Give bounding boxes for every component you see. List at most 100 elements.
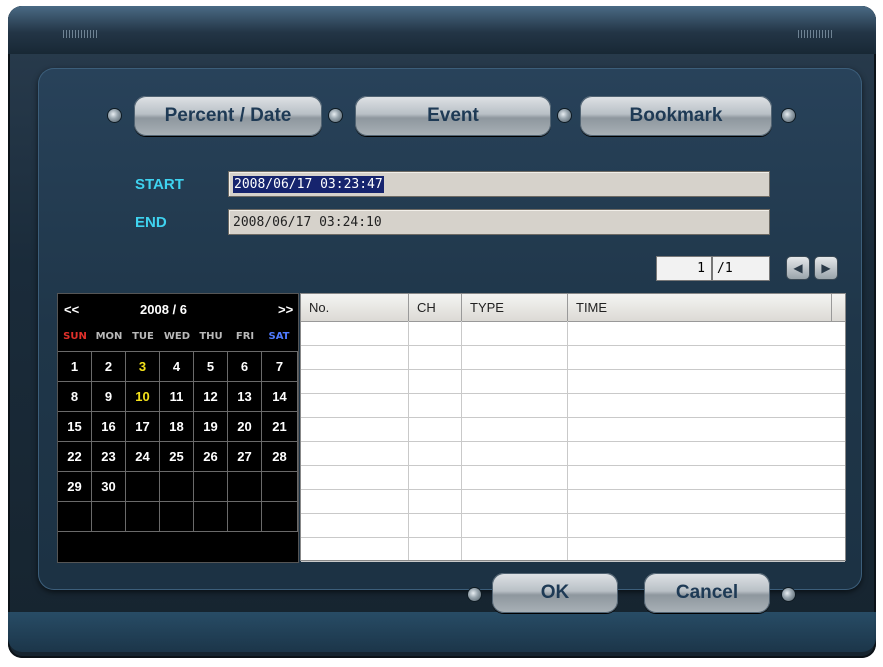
calendar-day-12[interactable]: 12 bbox=[194, 382, 228, 412]
table-row[interactable] bbox=[301, 345, 845, 370]
tab-bookmark[interactable]: Bookmark bbox=[580, 96, 772, 136]
calendar-day-14[interactable]: 14 bbox=[262, 382, 298, 412]
calendar-day-20[interactable]: 20 bbox=[228, 412, 262, 442]
bottom-bar bbox=[8, 612, 876, 652]
column-divider bbox=[461, 321, 462, 560]
grip-right-icon bbox=[798, 30, 834, 38]
calendar-empty-cell bbox=[160, 502, 194, 532]
weekday-thu: THU bbox=[199, 331, 223, 342]
calendar-empty-cell bbox=[126, 472, 160, 502]
table-row[interactable] bbox=[301, 465, 845, 490]
calendar-day-25[interactable]: 25 bbox=[160, 442, 194, 472]
calendar-month-title: 2008 / 6 bbox=[140, 302, 187, 317]
calendar-empty-cell bbox=[92, 502, 126, 532]
calendar-weekdays: SUN MON TUE WED THU FRI SAT bbox=[58, 329, 298, 349]
calendar-empty-cell bbox=[58, 502, 92, 532]
page-current-input[interactable]: 1 bbox=[656, 256, 712, 281]
page-current: 1 bbox=[697, 261, 705, 276]
calendar-empty-cell bbox=[160, 472, 194, 502]
calendar-day-17[interactable]: 17 bbox=[126, 412, 160, 442]
calendar-day-27[interactable]: 27 bbox=[228, 442, 262, 472]
calendar-day-18[interactable]: 18 bbox=[160, 412, 194, 442]
calendar-day-4[interactable]: 4 bbox=[160, 352, 194, 382]
table-row[interactable] bbox=[301, 417, 845, 442]
end-field[interactable]: 2008/06/17 03:24:10 bbox=[228, 209, 770, 235]
ok-button[interactable]: OK bbox=[492, 573, 618, 613]
weekday-wed: WED bbox=[163, 331, 191, 342]
column-divider bbox=[408, 321, 409, 560]
calendar-prev-button[interactable]: << bbox=[64, 302, 79, 317]
grip-left-icon bbox=[63, 30, 99, 38]
calendar-day-30[interactable]: 30 bbox=[92, 472, 126, 502]
calendar-day-6[interactable]: 6 bbox=[228, 352, 262, 382]
tab-indicator-icon bbox=[329, 109, 342, 122]
table-row[interactable] bbox=[301, 441, 845, 466]
start-value: 2008/06/17 03:23:47 bbox=[233, 175, 384, 193]
event-table: No. CH TYPE TIME bbox=[300, 293, 846, 562]
calendar-header: << 2008 / 6 >> bbox=[58, 294, 298, 324]
weekday-sun: SUN bbox=[63, 331, 87, 342]
calendar-day-1[interactable]: 1 bbox=[58, 352, 92, 382]
calendar-day-21[interactable]: 21 bbox=[262, 412, 298, 442]
calendar-day-2[interactable]: 2 bbox=[92, 352, 126, 382]
table-row[interactable] bbox=[301, 513, 845, 538]
calendar-day-29[interactable]: 29 bbox=[58, 472, 92, 502]
calendar-day-10[interactable]: 10 bbox=[126, 382, 160, 412]
calendar-day-15[interactable]: 15 bbox=[58, 412, 92, 442]
calendar-empty-cell bbox=[126, 502, 160, 532]
column-header-time[interactable]: TIME bbox=[568, 294, 832, 321]
calendar-empty-cell bbox=[228, 502, 262, 532]
calendar-day-5[interactable]: 5 bbox=[194, 352, 228, 382]
calendar-next-button[interactable]: >> bbox=[278, 302, 293, 317]
page-total-text: /1 bbox=[717, 261, 733, 276]
calendar-day-3[interactable]: 3 bbox=[126, 352, 160, 382]
calendar-day-28[interactable]: 28 bbox=[262, 442, 298, 472]
calendar-empty-cell bbox=[262, 502, 298, 532]
calendar-day-9[interactable]: 9 bbox=[92, 382, 126, 412]
calendar-day-8[interactable]: 8 bbox=[58, 382, 92, 412]
calendar-empty-cell bbox=[228, 472, 262, 502]
calendar-day-26[interactable]: 26 bbox=[194, 442, 228, 472]
table-header: No. CH TYPE TIME bbox=[301, 294, 845, 322]
cancel-indicator-icon bbox=[782, 588, 795, 601]
table-row[interactable] bbox=[301, 489, 845, 514]
page-total: /1 bbox=[712, 256, 770, 281]
tab-indicator-icon bbox=[108, 109, 121, 122]
calendar-empty-cell bbox=[194, 472, 228, 502]
weekday-tue: TUE bbox=[132, 331, 154, 342]
start-label: START bbox=[135, 176, 184, 193]
tab-percent-date[interactable]: Percent / Date bbox=[134, 96, 322, 136]
weekday-fri: FRI bbox=[235, 331, 255, 342]
tab-indicator-icon bbox=[558, 109, 571, 122]
title-bar[interactable] bbox=[8, 6, 876, 54]
next-page-button[interactable]: ▶ bbox=[815, 257, 837, 279]
end-value: 2008/06/17 03:24:10 bbox=[233, 214, 382, 230]
calendar-day-13[interactable]: 13 bbox=[228, 382, 262, 412]
table-row[interactable] bbox=[301, 321, 845, 346]
arrow-left-icon: ◀ bbox=[793, 261, 803, 275]
tab-event[interactable]: Event bbox=[355, 96, 551, 136]
table-row[interactable] bbox=[301, 369, 845, 394]
calendar-day-11[interactable]: 11 bbox=[160, 382, 194, 412]
prev-page-button[interactable]: ◀ bbox=[787, 257, 809, 279]
calendar-day-23[interactable]: 23 bbox=[92, 442, 126, 472]
end-label: END bbox=[135, 214, 167, 231]
calendar-day-16[interactable]: 16 bbox=[92, 412, 126, 442]
calendar-day-24[interactable]: 24 bbox=[126, 442, 160, 472]
calendar-day-22[interactable]: 22 bbox=[58, 442, 92, 472]
start-field[interactable]: 2008/06/17 03:23:47 bbox=[228, 171, 770, 197]
tab-indicator-icon bbox=[782, 109, 795, 122]
column-header-no[interactable]: No. bbox=[301, 294, 409, 321]
calendar-day-19[interactable]: 19 bbox=[194, 412, 228, 442]
weekday-mon: MON bbox=[95, 331, 123, 342]
column-header-ch[interactable]: CH bbox=[409, 294, 462, 321]
arrow-right-icon: ▶ bbox=[821, 261, 831, 275]
ok-indicator-icon bbox=[468, 588, 481, 601]
weekday-sat: SAT bbox=[268, 331, 290, 342]
table-row[interactable] bbox=[301, 537, 845, 562]
table-row[interactable] bbox=[301, 393, 845, 418]
calendar-empty-cell bbox=[194, 502, 228, 532]
cancel-button[interactable]: Cancel bbox=[644, 573, 770, 613]
calendar-day-7[interactable]: 7 bbox=[262, 352, 298, 382]
column-header-type[interactable]: TYPE bbox=[462, 294, 568, 321]
